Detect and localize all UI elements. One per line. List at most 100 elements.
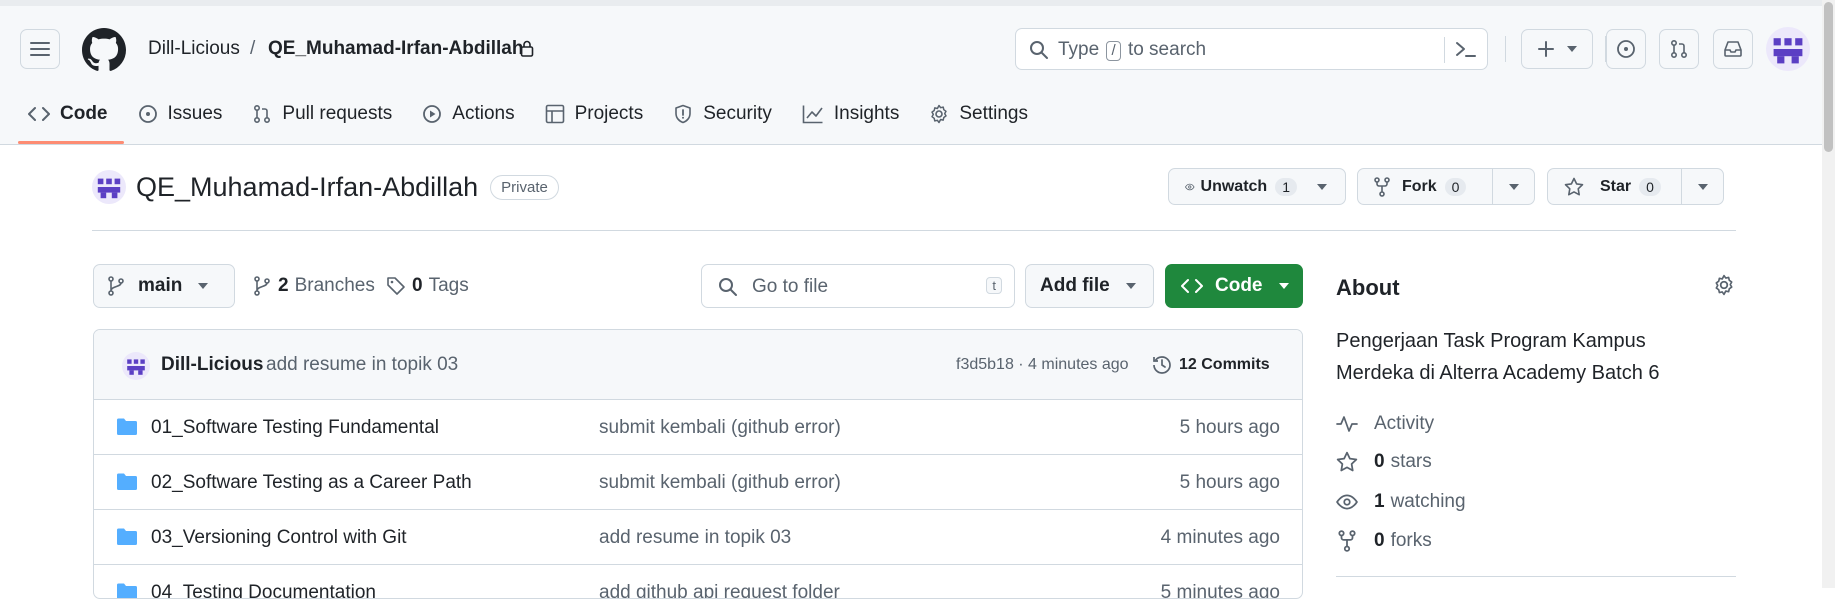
file-commit-message[interactable]: add github api request folder bbox=[599, 582, 840, 598]
tab-code[interactable]: Code bbox=[18, 100, 124, 144]
tab-insights[interactable]: Insights bbox=[802, 100, 915, 144]
add-file-label: Add file bbox=[1040, 275, 1110, 296]
branch-select-button[interactable]: main bbox=[93, 264, 235, 308]
menu-button[interactable] bbox=[20, 29, 60, 69]
gear-icon[interactable] bbox=[1713, 274, 1735, 296]
tab-issues[interactable]: Issues bbox=[138, 100, 239, 144]
fork-dropdown[interactable] bbox=[1492, 169, 1534, 204]
watch-count: 1 bbox=[1275, 177, 1297, 196]
user-avatar[interactable] bbox=[1766, 27, 1810, 71]
search-icon bbox=[719, 278, 737, 296]
file-row[interactable]: 02_Software Testing as a Career Path sub… bbox=[94, 455, 1302, 510]
file-browser: Dill-Licious add resume in topik 03 f3d5… bbox=[93, 329, 1303, 599]
repo-title-row: QE_Muhamad-Irfan-Abdillah Private bbox=[92, 170, 559, 204]
tags-link[interactable]: 0 Tags bbox=[386, 275, 469, 297]
branches-link[interactable]: 2 Branches bbox=[254, 275, 375, 297]
file-row[interactable]: 04_Testing Documentation add github api … bbox=[94, 565, 1302, 599]
commit-message[interactable]: add resume in topik 03 bbox=[266, 354, 458, 376]
watch-button-group: Unwatch 1 bbox=[1168, 168, 1346, 205]
repo-owner-avatar[interactable] bbox=[92, 170, 126, 204]
file-commit-message[interactable]: add resume in topik 03 bbox=[599, 527, 791, 549]
watching-link[interactable]: 1 watching bbox=[1336, 491, 1466, 513]
graph-icon bbox=[802, 105, 823, 124]
scrollbar-thumb[interactable] bbox=[1824, 2, 1833, 152]
forks-label: forks bbox=[1390, 530, 1432, 551]
watch-dropdown[interactable] bbox=[1309, 169, 1335, 204]
tab-insights-label: Insights bbox=[833, 103, 900, 124]
file-name[interactable]: 01_Software Testing Fundamental bbox=[151, 417, 439, 439]
file-commit-time: 5 hours ago bbox=[1179, 417, 1280, 438]
tab-pull-requests-label: Pull requests bbox=[282, 103, 393, 124]
breadcrumb-owner[interactable]: Dill-Licious bbox=[148, 38, 240, 60]
commits-count: 12 Commits bbox=[1179, 356, 1270, 373]
inbox-button[interactable] bbox=[1713, 29, 1753, 69]
star-button[interactable]: Star 0 bbox=[1548, 169, 1681, 204]
github-logo-icon[interactable] bbox=[82, 28, 126, 72]
search-input[interactable]: Type / to search bbox=[1015, 28, 1488, 70]
repo-name[interactable]: QE_Muhamad-Irfan-Abdillah bbox=[136, 172, 478, 203]
tab-issues-label: Issues bbox=[167, 103, 223, 124]
issues-button[interactable] bbox=[1606, 29, 1646, 69]
tags-count: 0 bbox=[412, 275, 423, 296]
code-button[interactable]: Code bbox=[1165, 264, 1303, 308]
caret-down-icon bbox=[1697, 183, 1708, 190]
breadcrumb-repo[interactable]: QE_Muhamad-Irfan-Abdillah bbox=[268, 38, 523, 60]
activity-label: Activity bbox=[1374, 413, 1435, 434]
tab-pull-requests[interactable]: Pull requests bbox=[252, 100, 408, 144]
code-button-label: Code bbox=[1215, 275, 1263, 296]
pulse-icon bbox=[1336, 416, 1358, 432]
eye-icon bbox=[1336, 494, 1358, 510]
eye-icon bbox=[1185, 183, 1195, 190]
page-scrollbar[interactable] bbox=[1822, 0, 1835, 588]
repo-forked-icon bbox=[1374, 176, 1390, 197]
caret-down-icon bbox=[1317, 183, 1327, 190]
folder-icon bbox=[117, 473, 137, 490]
stars-link[interactable]: 0 stars bbox=[1336, 451, 1432, 473]
file-name[interactable]: 02_Software Testing as a Career Path bbox=[151, 472, 472, 494]
file-row[interactable]: 01_Software Testing Fundamental submit k… bbox=[94, 400, 1302, 455]
inbox-icon bbox=[1724, 41, 1742, 57]
table-icon bbox=[545, 104, 564, 124]
file-commit-message[interactable]: submit kembali (github error) bbox=[599, 472, 841, 494]
tab-security[interactable]: Security bbox=[673, 100, 788, 144]
issue-icon bbox=[138, 105, 157, 123]
commit-author[interactable]: Dill-Licious bbox=[161, 354, 263, 376]
stars-count: 0 bbox=[1374, 451, 1385, 472]
fork-label: Fork bbox=[1402, 177, 1437, 195]
commit-hash-time[interactable]: f3d5b18 · 4 minutes ago bbox=[956, 356, 1129, 374]
create-new-button[interactable] bbox=[1521, 29, 1593, 69]
file-commit-time: 4 minutes ago bbox=[1160, 527, 1280, 548]
activity-link[interactable]: Activity bbox=[1336, 413, 1434, 435]
go-to-file-input[interactable]: Go to file t bbox=[701, 264, 1015, 308]
folder-icon bbox=[117, 528, 137, 545]
search-placeholder: Type / to search bbox=[1058, 39, 1207, 61]
add-file-button[interactable]: Add file bbox=[1025, 264, 1154, 308]
history-icon bbox=[1153, 356, 1171, 374]
gear-icon bbox=[931, 104, 948, 124]
file-commit-time: 5 minutes ago bbox=[1160, 582, 1280, 599]
file-row[interactable]: 03_Versioning Control with Git add resum… bbox=[94, 510, 1302, 565]
shield-icon bbox=[675, 104, 692, 124]
unwatch-label: Unwatch bbox=[1200, 177, 1268, 195]
header-divider bbox=[1505, 36, 1506, 62]
commit-author-avatar[interactable] bbox=[122, 352, 150, 380]
star-count: 0 bbox=[1639, 177, 1661, 196]
command-palette-icon[interactable] bbox=[1455, 39, 1477, 59]
unwatch-button[interactable]: Unwatch 1 bbox=[1169, 169, 1309, 204]
commits-link[interactable]: 12 Commits bbox=[1151, 354, 1270, 376]
star-dropdown[interactable] bbox=[1681, 169, 1723, 204]
file-name[interactable]: 03_Versioning Control with Git bbox=[151, 527, 407, 549]
fork-button[interactable]: Fork 0 bbox=[1358, 169, 1492, 204]
forks-count: 0 bbox=[1374, 530, 1385, 551]
tag-icon bbox=[387, 277, 405, 295]
file-commit-message[interactable]: submit kembali (github error) bbox=[599, 417, 841, 439]
search-icon bbox=[1030, 41, 1048, 59]
file-name[interactable]: 04_Testing Documentation bbox=[151, 582, 376, 598]
pull-requests-button[interactable] bbox=[1659, 29, 1699, 69]
tab-actions[interactable]: Actions bbox=[422, 100, 530, 144]
plus-icon bbox=[1538, 41, 1554, 57]
about-description: Pengerjaan Task Program Kampus Merdeka d… bbox=[1336, 330, 1660, 384]
forks-link[interactable]: 0 forks bbox=[1336, 530, 1432, 552]
tab-settings[interactable]: Settings bbox=[929, 100, 1044, 144]
tab-projects[interactable]: Projects bbox=[545, 100, 660, 144]
